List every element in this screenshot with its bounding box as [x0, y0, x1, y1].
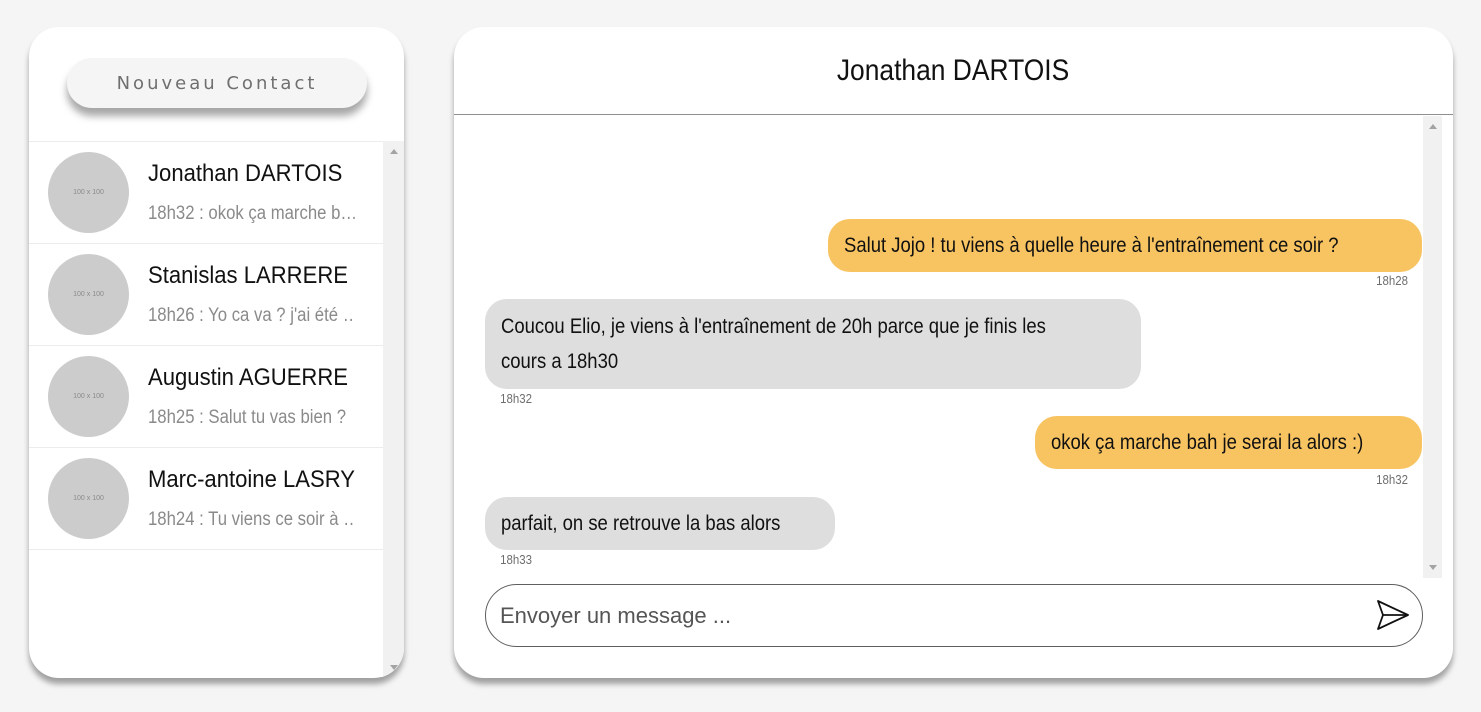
message-outgoing: Salut Jojo ! tu viens à quelle heure à l… [827, 219, 1422, 272]
contact-list: 100 x 100 Jonathan DARTOIS 18h32 : okok … [29, 141, 383, 678]
avatar: 100 x 100 [48, 254, 129, 335]
contact-last-message: 18h25 : Salut tu vas bien ? [148, 407, 346, 428]
scroll-up-icon[interactable] [1428, 124, 1437, 129]
contact-item-augustin-aguerre[interactable]: 100 x 100 Augustin AGUERRE 18h25 : Salut… [29, 346, 383, 448]
contact-name: Marc-antoine LASRY [148, 466, 355, 493]
message-incoming: Coucou Elio, je viens à l'entraînement d… [485, 299, 1141, 389]
message-incoming: parfait, on se retrouve la bas alors [485, 497, 835, 550]
message-list-scrollbar[interactable] [1423, 116, 1442, 578]
chat-panel: Jonathan DARTOIS Salut Jojo ! tu viens à… [454, 27, 1453, 678]
contact-name: Jonathan DARTOIS [148, 160, 343, 187]
contact-last-message: 18h26 : Yo ca va ? j'ai été malade [148, 305, 355, 326]
chat-title: Jonathan DARTOIS [837, 53, 1070, 87]
message-time: 18h32 [1376, 472, 1408, 487]
contact-name: Stanislas LARRERE [148, 262, 349, 289]
contact-name: Augustin AGUERRE [148, 364, 349, 391]
avatar: 100 x 100 [48, 458, 129, 539]
avatar: 100 x 100 [48, 356, 129, 437]
message-composer [485, 584, 1423, 647]
message-list: Salut Jojo ! tu viens à quelle heure à l… [454, 116, 1422, 578]
contact-last-message: 18h24 : Tu viens ce soir à l'entraînemen… [148, 509, 355, 530]
contact-item-jonathan-dartois[interactable]: 100 x 100 Jonathan DARTOIS 18h32 : okok … [29, 142, 383, 244]
message-time: 18h28 [1376, 273, 1408, 288]
chat-header: Jonathan DARTOIS [454, 27, 1453, 115]
message-outgoing: okok ça marche bah je serai la alors :) [1035, 416, 1422, 469]
message-bubble: parfait, on se retrouve la bas alors [485, 497, 835, 550]
message-bubble: okok ça marche bah je serai la alors :) [1035, 416, 1422, 469]
contact-list-scrollbar[interactable] [383, 141, 404, 678]
scroll-down-icon[interactable] [389, 665, 398, 670]
new-contact-button[interactable]: Nouveau Contact [67, 58, 367, 108]
message-time: 18h32 [500, 391, 532, 406]
send-icon[interactable] [1376, 598, 1410, 632]
contacts-panel: Nouveau Contact 100 x 100 Jonathan DARTO… [29, 27, 404, 678]
message-bubble: Salut Jojo ! tu viens à quelle heure à l… [827, 219, 1422, 272]
scroll-up-icon[interactable] [389, 149, 398, 154]
contact-item-marc-antoine-lasry[interactable]: 100 x 100 Marc-antoine LASRY 18h24 : Tu … [29, 448, 383, 550]
contact-item-stanislas-larrere[interactable]: 100 x 100 Stanislas LARRERE 18h26 : Yo c… [29, 244, 383, 346]
message-time: 18h33 [500, 552, 532, 567]
scroll-down-icon[interactable] [1428, 565, 1437, 570]
message-input[interactable] [500, 595, 1360, 637]
contact-last-message: 18h32 : okok ça marche bah je serai la a… [148, 203, 355, 224]
avatar: 100 x 100 [48, 152, 129, 233]
message-bubble: Coucou Elio, je viens à l'entraînement d… [485, 299, 1141, 389]
